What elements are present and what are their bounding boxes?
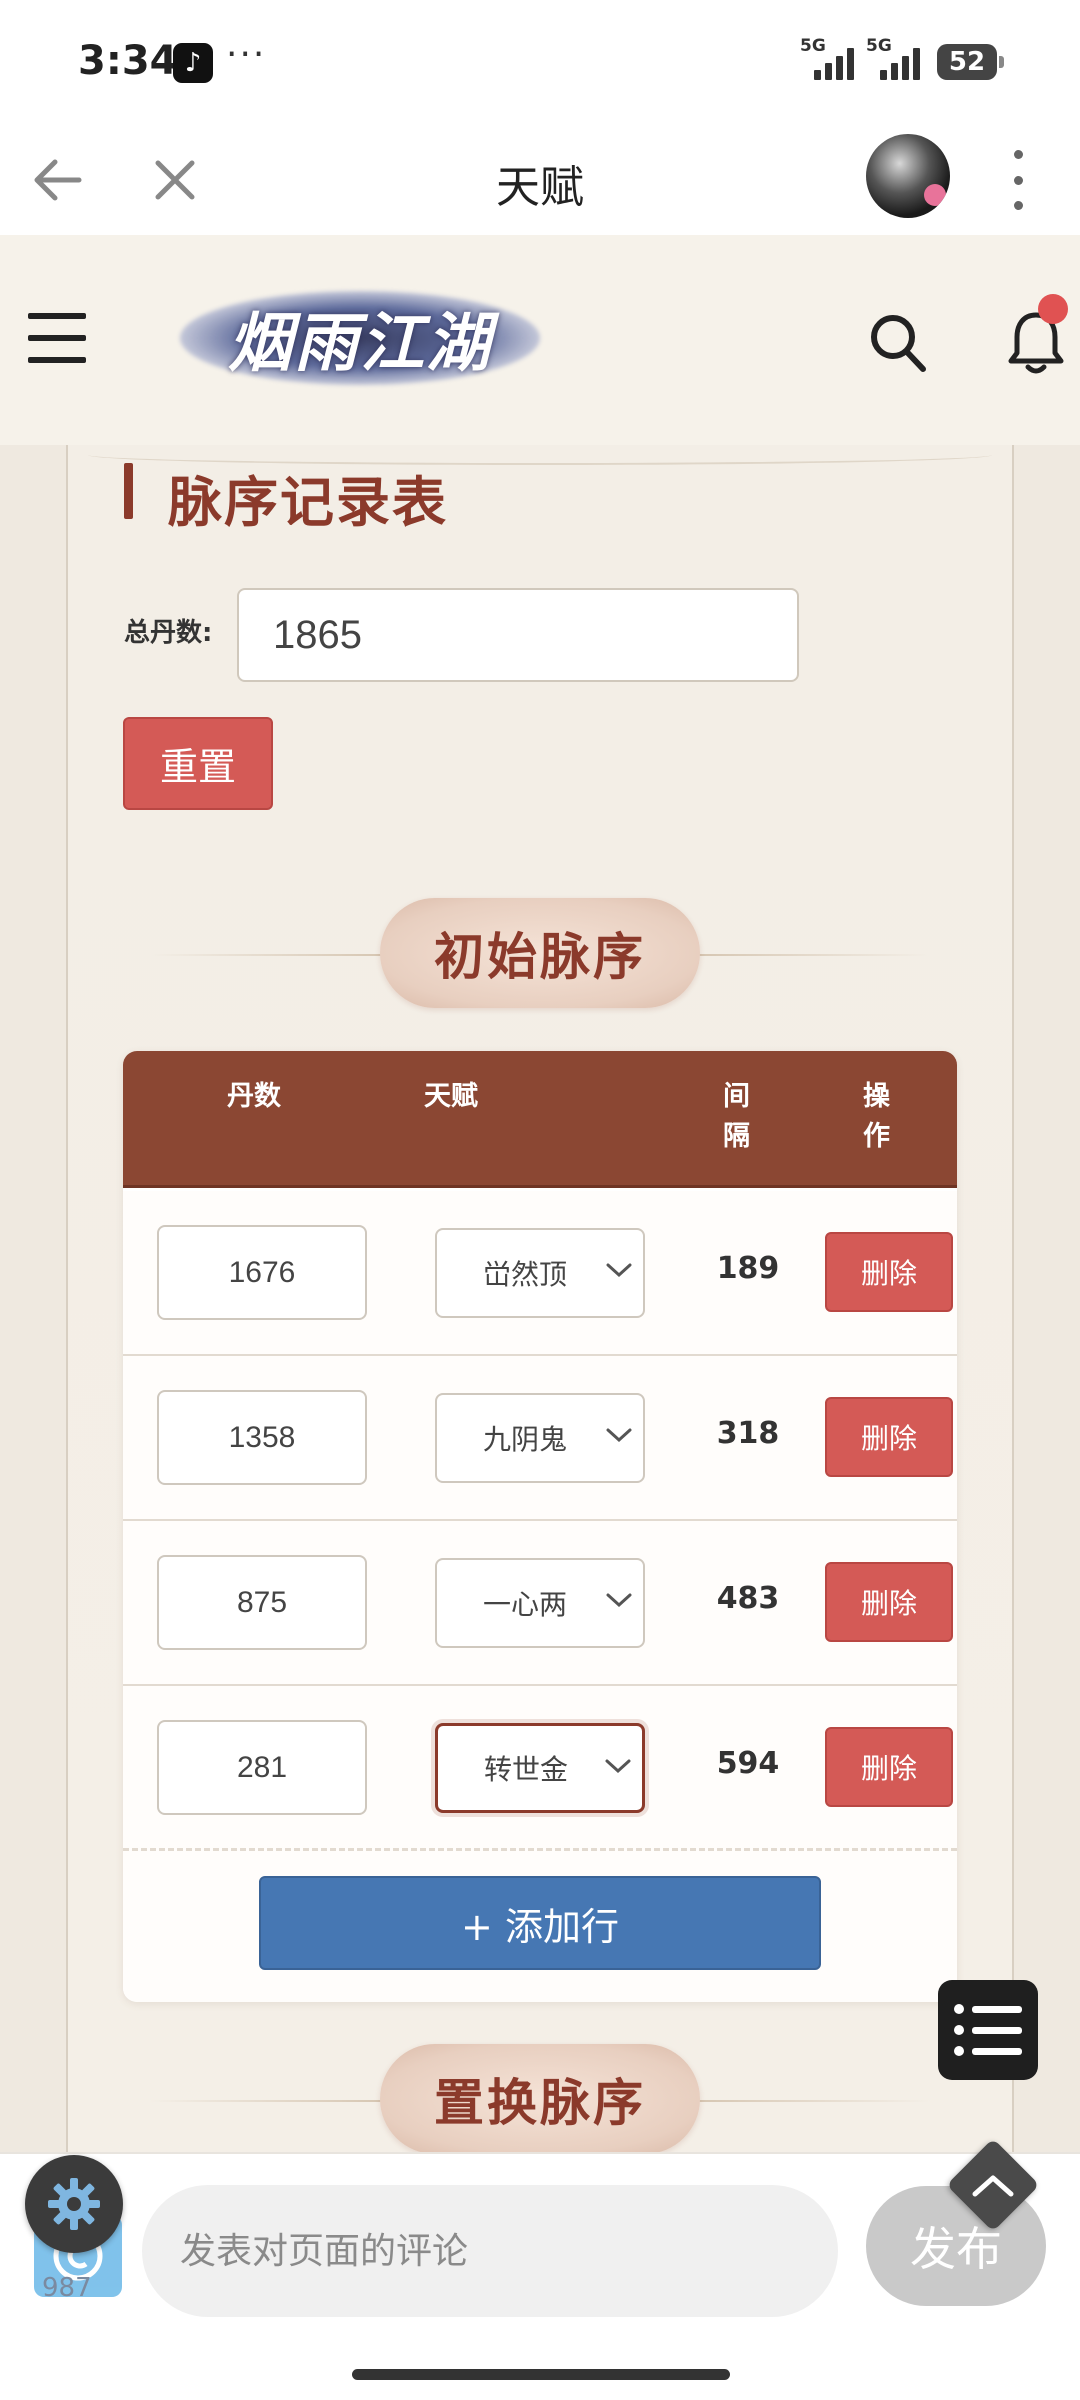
add-row-button[interactable]: + 添加行 [259, 1876, 821, 1970]
talent-select-value: 九阴鬼 [483, 1423, 568, 1456]
badge-count: 987 [42, 2273, 92, 2303]
delete-button[interactable]: 删除 [825, 1562, 953, 1642]
talent-select-value: 一心两 [483, 1588, 568, 1621]
signal-icon: 5G [800, 36, 860, 82]
tiktok-icon: ♪ [173, 43, 213, 83]
browser-nav-bar: 天赋 [0, 125, 1080, 235]
site-header: 烟雨江湖 [0, 235, 1080, 445]
dan-input[interactable] [157, 1390, 367, 1485]
add-row-area: + 添加行 [123, 1848, 957, 2002]
initial-sequence-heading: 初始脉序 [380, 898, 700, 1008]
table-row: 峃然顶 189 删除 [123, 1191, 957, 1356]
column-header-op: 操作 [863, 1081, 890, 1152]
hamburger-menu-icon[interactable] [28, 313, 86, 363]
title-accent-bar [124, 463, 133, 519]
signal-icon: 5G [866, 36, 926, 82]
dan-input[interactable] [157, 1555, 367, 1650]
dan-input[interactable] [157, 1720, 367, 1815]
table-row: 九阴鬼 318 删除 [123, 1356, 957, 1521]
reset-button[interactable]: 重置 [123, 717, 273, 810]
home-indicator [352, 2369, 730, 2380]
battery-icon: 52 [937, 44, 1004, 80]
status-bar: 3:34 ♪ ··· 5G 5G 52 [0, 0, 1080, 125]
talent-select[interactable]: 一心两 [435, 1558, 645, 1648]
delete-button[interactable]: 删除 [825, 1232, 953, 1312]
total-dan-input[interactable] [237, 588, 799, 682]
table-row: 一心两 483 删除 [123, 1521, 957, 1686]
gap-value: 318 [716, 1416, 780, 1451]
site-logo[interactable]: 烟雨江湖 [180, 283, 540, 393]
gear-icon [48, 2178, 100, 2230]
talent-select-value: 峃然顶 [483, 1258, 568, 1291]
table-header: 丹数 天赋 间隔 操作 [123, 1051, 957, 1188]
search-icon[interactable] [868, 312, 928, 374]
chevron-down-icon [606, 1263, 632, 1278]
chevron-down-icon [606, 1593, 632, 1608]
delete-button[interactable]: 删除 [825, 1727, 953, 1807]
chevron-down-icon [606, 1428, 632, 1443]
avatar[interactable] [866, 134, 950, 218]
table-of-contents-button[interactable] [938, 1980, 1038, 2080]
chevron-down-icon [605, 1759, 631, 1774]
talent-select[interactable]: 转世金 [435, 1723, 645, 1813]
talent-select[interactable]: 峃然顶 [435, 1228, 645, 1318]
status-time: 3:34 [78, 38, 178, 84]
talent-select-value: 转世金 [484, 1753, 569, 1786]
column-header-gap: 间隔 [723, 1081, 750, 1152]
notification-badge [1038, 294, 1068, 324]
chevron-up-icon [972, 2175, 1014, 2197]
replace-sequence-heading: 置换脉序 [380, 2044, 700, 2154]
settings-gear-button[interactable] [25, 2155, 123, 2253]
total-dan-label: 总丹数: [124, 618, 213, 648]
sequence-table: 丹数 天赋 间隔 操作 峃然顶 189 删除 九阴鬼 318 删除 一心两 48… [123, 1051, 957, 2002]
gap-value: 483 [716, 1581, 780, 1616]
comment-input[interactable] [142, 2185, 838, 2317]
gap-value: 594 [716, 1746, 780, 1781]
delete-button[interactable]: 删除 [825, 1397, 953, 1477]
more-options-icon[interactable] [1000, 150, 1036, 210]
dan-input[interactable] [157, 1225, 367, 1320]
section-title: 脉序记录表 [168, 471, 448, 534]
more-notifications-icon: ··· [226, 34, 267, 75]
column-header-dan: 丹数 [227, 1081, 281, 1112]
table-row: 转世金 594 删除 [123, 1686, 957, 1851]
talent-select[interactable]: 九阴鬼 [435, 1393, 645, 1483]
logo-text: 烟雨江湖 [228, 306, 492, 381]
column-header-talent: 天赋 [424, 1081, 478, 1112]
gap-value: 189 [716, 1251, 780, 1286]
